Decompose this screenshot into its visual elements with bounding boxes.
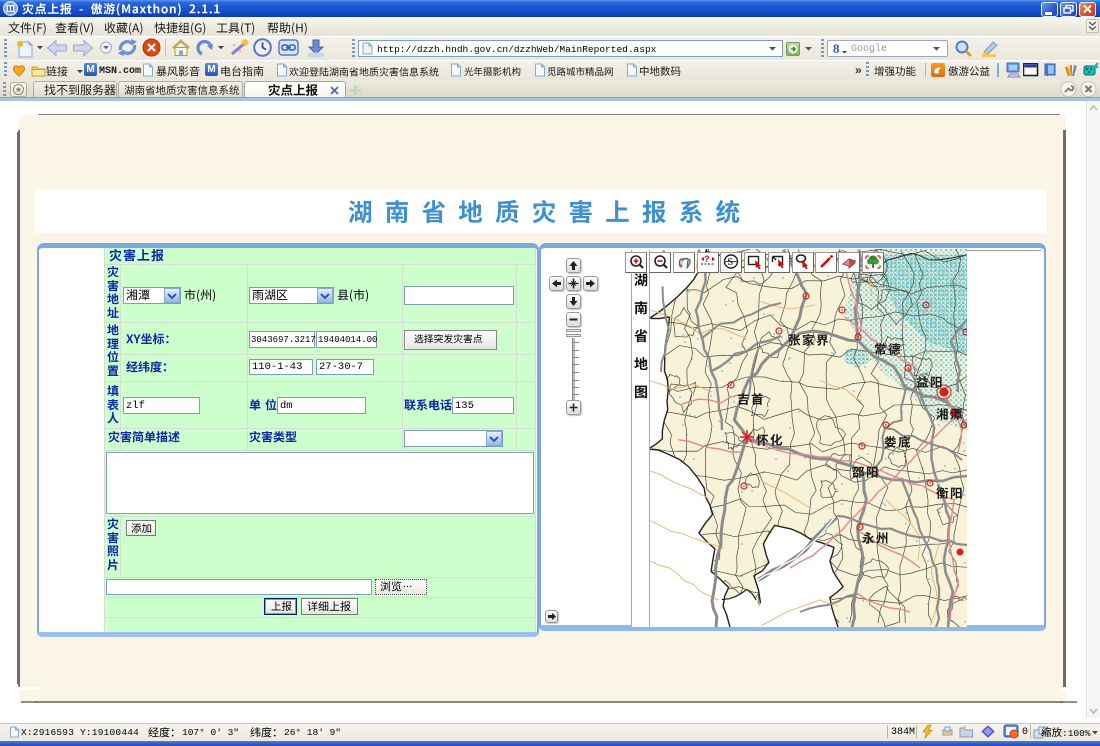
svg-text:S: S	[728, 257, 734, 268]
svg-text:?: ?	[704, 254, 710, 264]
